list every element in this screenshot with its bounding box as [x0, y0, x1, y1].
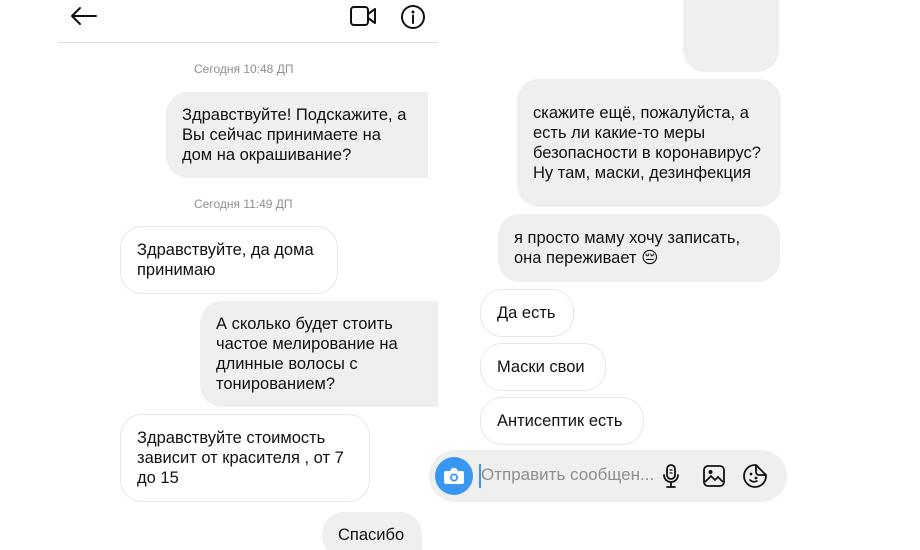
- message-composer: Отправить сообщен...: [429, 450, 787, 502]
- video-call-icon[interactable]: [349, 4, 377, 28]
- incoming-message[interactable]: Здравствуйте стоимость зависит от красит…: [120, 414, 370, 502]
- outgoing-message[interactable]: Здравствуйте! Подскажите, а Вы сейчас пр…: [166, 92, 428, 178]
- message-input[interactable]: Отправить сообщен...: [481, 465, 654, 485]
- message-text: Спасибо: [338, 526, 405, 544]
- message-text: я просто маму хочу записать, она пережив…: [514, 229, 741, 267]
- message-text: Здравствуйте, да дома принимаю: [137, 241, 314, 279]
- outgoing-message[interactable]: Спасибо: [322, 512, 422, 550]
- incoming-message[interactable]: Да есть: [480, 289, 574, 337]
- back-arrow-icon[interactable]: [68, 5, 98, 27]
- incoming-message[interactable]: Здравствуйте, да дома принимаю: [120, 226, 338, 294]
- message-timestamp: Сегодня 10:48 ДП: [194, 62, 294, 76]
- gallery-icon[interactable]: [702, 464, 726, 488]
- sticker-icon[interactable]: [742, 463, 768, 489]
- chat-screen-left: Сегодня 10:48 ДП Здравствуйте! Подскажит…: [58, 0, 438, 550]
- message-timestamp: Сегодня 11:49 ДП: [194, 197, 293, 211]
- incoming-message[interactable]: Антисептик есть: [480, 397, 644, 445]
- chat-header: [58, 0, 438, 43]
- outgoing-message[interactable]: я просто маму хочу записать, она пережив…: [498, 214, 780, 282]
- camera-icon: [444, 468, 464, 484]
- info-icon[interactable]: [400, 4, 426, 30]
- message-text: скажите ещё, пожалуйста, а есть ли какие…: [533, 104, 761, 182]
- camera-button[interactable]: [435, 457, 473, 495]
- message-text: Да есть: [497, 304, 556, 322]
- message-text: Здравствуйте стоимость зависит от красит…: [137, 429, 344, 487]
- incoming-message[interactable]: Маски свои: [480, 343, 606, 391]
- outgoing-message-partial: [683, 0, 779, 72]
- message-text: А сколько будет стоить частое мелировани…: [216, 315, 398, 393]
- outgoing-message[interactable]: А сколько будет стоить частое мелировани…: [200, 301, 438, 407]
- message-text: Антисептик есть: [497, 412, 623, 430]
- outgoing-message[interactable]: скажите ещё, пожалуйста, а есть ли какие…: [517, 79, 781, 207]
- message-text: Маски свои: [497, 358, 585, 376]
- message-text: Здравствуйте! Подскажите, а Вы сейчас пр…: [182, 106, 407, 164]
- microphone-icon[interactable]: [661, 463, 681, 489]
